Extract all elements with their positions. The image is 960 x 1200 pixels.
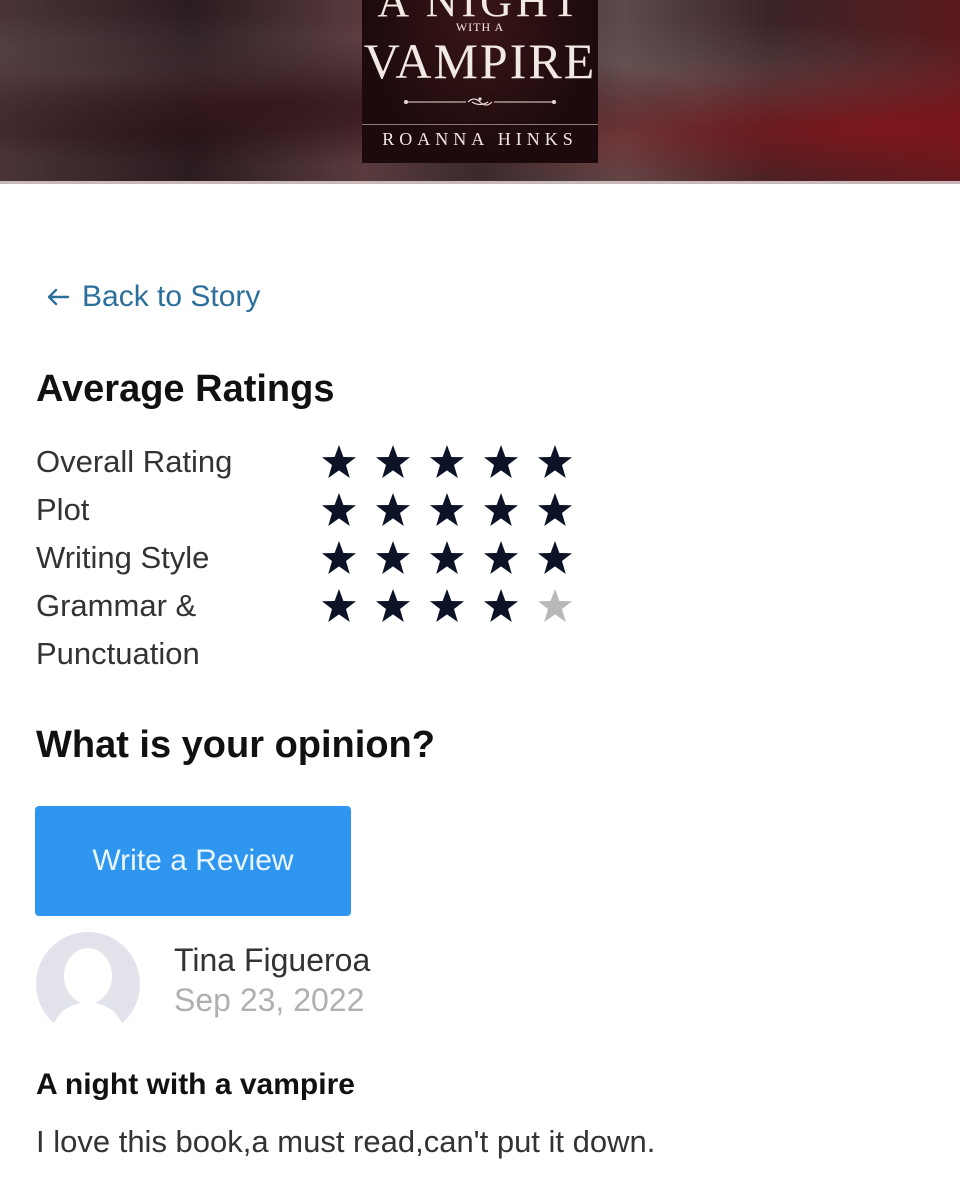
star-filled-icon: [322, 589, 356, 622]
rating-label: Plot: [36, 492, 90, 527]
rating-label: Writing Style: [36, 540, 210, 575]
star-filled-icon: [484, 589, 518, 622]
write-review-button[interactable]: Write a Review: [35, 806, 351, 916]
review-title: A night with a vampire: [36, 1068, 355, 1101]
star-filled-icon: [430, 493, 464, 526]
back-to-story-label: Back to Story: [82, 280, 261, 313]
cover-title-line3: VAMPIRE: [363, 33, 597, 89]
star-filled-icon: [376, 541, 410, 574]
avatar[interactable]: [36, 932, 140, 1036]
star-filled-icon: [484, 541, 518, 574]
user-placeholder-icon: [50, 948, 126, 1036]
star-filled-icon: [430, 589, 464, 622]
reviewer-name[interactable]: Tina Figueroa: [174, 942, 370, 979]
rating-label: Grammar & Punctuation: [36, 588, 200, 671]
star-filled-icon: [538, 541, 572, 574]
star-filled-icon: [376, 589, 410, 622]
star-filled-icon: [322, 445, 356, 478]
star-filled-icon: [376, 445, 410, 478]
star-empty-icon: [538, 589, 572, 622]
rating-row-writing-style: Writing Style: [36, 534, 573, 582]
review-body: I love this book,a must read,can't put i…: [36, 1124, 656, 1159]
back-to-story-link[interactable]: Back to Story: [46, 280, 260, 314]
rating-label: Overall Rating: [36, 444, 233, 479]
star-rating: [321, 492, 573, 534]
star-rating: [321, 444, 573, 486]
star-filled-icon: [430, 541, 464, 574]
flourish-ornament: [404, 97, 556, 106]
arrow-left-icon: [47, 288, 70, 306]
story-banner: A NIGHT WITH A VAMPIRE ROANNA HINKS: [0, 0, 960, 184]
star-filled-icon: [484, 493, 518, 526]
star-filled-icon: [376, 493, 410, 526]
star-filled-icon: [322, 541, 356, 574]
star-filled-icon: [322, 493, 356, 526]
star-filled-icon: [538, 493, 572, 526]
star-rating: [321, 540, 573, 582]
star-filled-icon: [484, 445, 518, 478]
rating-row-plot: Plot: [36, 486, 573, 534]
book-cover[interactable]: A NIGHT WITH A VAMPIRE ROANNA HINKS: [362, 0, 598, 163]
cover-author: ROANNA HINKS: [362, 124, 598, 155]
rating-row-overall: Overall Rating: [36, 438, 573, 486]
star-filled-icon: [538, 445, 572, 478]
average-ratings-heading: Average Ratings: [36, 368, 335, 410]
rating-row-grammar: Grammar & Punctuation: [36, 582, 573, 678]
review-date: Sep 23, 2022: [174, 982, 365, 1018]
star-rating: [321, 588, 573, 678]
opinion-heading: What is your opinion?: [36, 724, 435, 766]
star-filled-icon: [430, 445, 464, 478]
